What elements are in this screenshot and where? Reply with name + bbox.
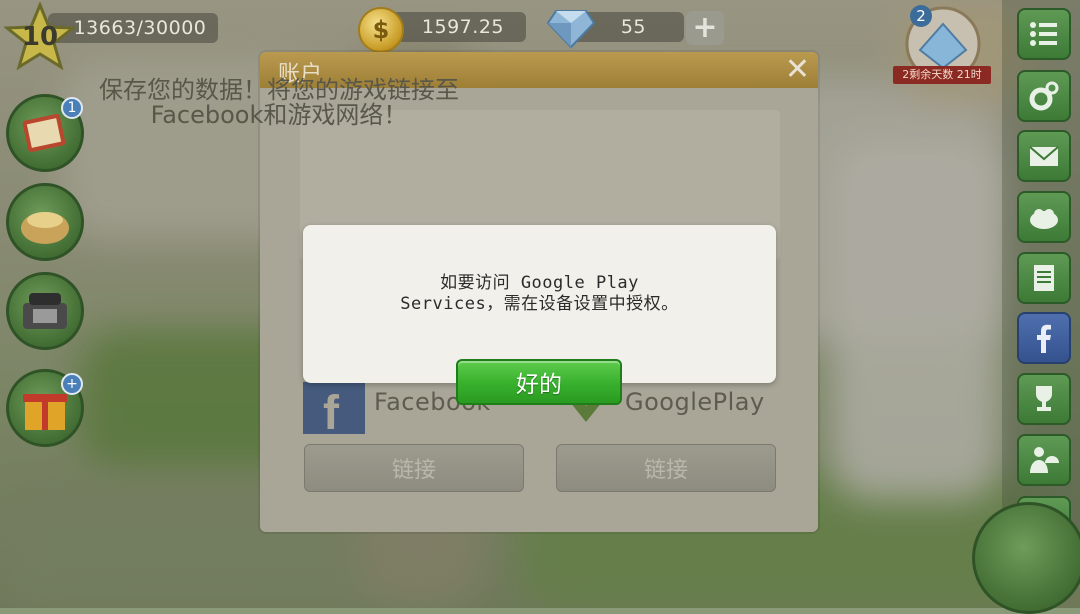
link-google-play-button[interactable]: 链接	[556, 444, 776, 492]
alert-message: 如要访问 Google Play Services，需在设备设置中授权。	[400, 273, 679, 314]
gem-amount: 55	[620, 16, 646, 38]
google-play-label: GooglePlay	[625, 388, 765, 416]
food-button[interactable]	[1017, 191, 1071, 243]
food-icon	[1030, 209, 1058, 229]
coin-icon: $	[358, 7, 404, 53]
menu-list-icon	[1030, 22, 1057, 46]
notes-button[interactable]	[1017, 252, 1071, 304]
notes-icon	[1034, 265, 1054, 291]
ok-button[interactable]: 好的	[456, 359, 622, 405]
build-mode-button[interactable]	[972, 502, 1080, 614]
menu-list-button[interactable]	[1017, 8, 1071, 60]
ingredients-bowl-icon	[21, 212, 69, 244]
telephone-icon	[23, 293, 67, 329]
facebook-button[interactable]	[1017, 312, 1071, 364]
settings-gears-icon	[1029, 81, 1059, 111]
facebook-icon	[1037, 324, 1051, 353]
xp-text: 13663/30000	[73, 17, 207, 39]
level-number: 10	[21, 22, 59, 52]
telephone-button[interactable]	[6, 272, 84, 350]
mail-button[interactable]	[1017, 130, 1071, 182]
waiter-button[interactable]	[1017, 434, 1071, 486]
waiter-icon	[1030, 447, 1059, 473]
link-facebook-button[interactable]: 链接	[304, 444, 524, 492]
trophy-icon	[1036, 386, 1052, 411]
account-message: 保存您的数据！将您的游戏链接至 Facebook和游戏网络！	[99, 76, 459, 129]
close-icon[interactable]: ✕	[785, 54, 810, 86]
gem-icon	[546, 10, 596, 49]
facebook-logo-icon: f	[303, 382, 365, 440]
settings-button[interactable]	[1017, 70, 1071, 122]
trophy-button[interactable]	[1017, 373, 1071, 425]
mail-icon	[1029, 146, 1059, 166]
add-gems-button[interactable]: +	[686, 11, 724, 45]
coin-amount: 1597.25	[421, 16, 504, 38]
ingredients-button[interactable]	[6, 183, 84, 261]
event-count-badge: 2	[910, 5, 932, 27]
event-timer-ribbon: 2剩余天数 21时	[893, 66, 991, 84]
gift-badge: +	[61, 373, 83, 395]
